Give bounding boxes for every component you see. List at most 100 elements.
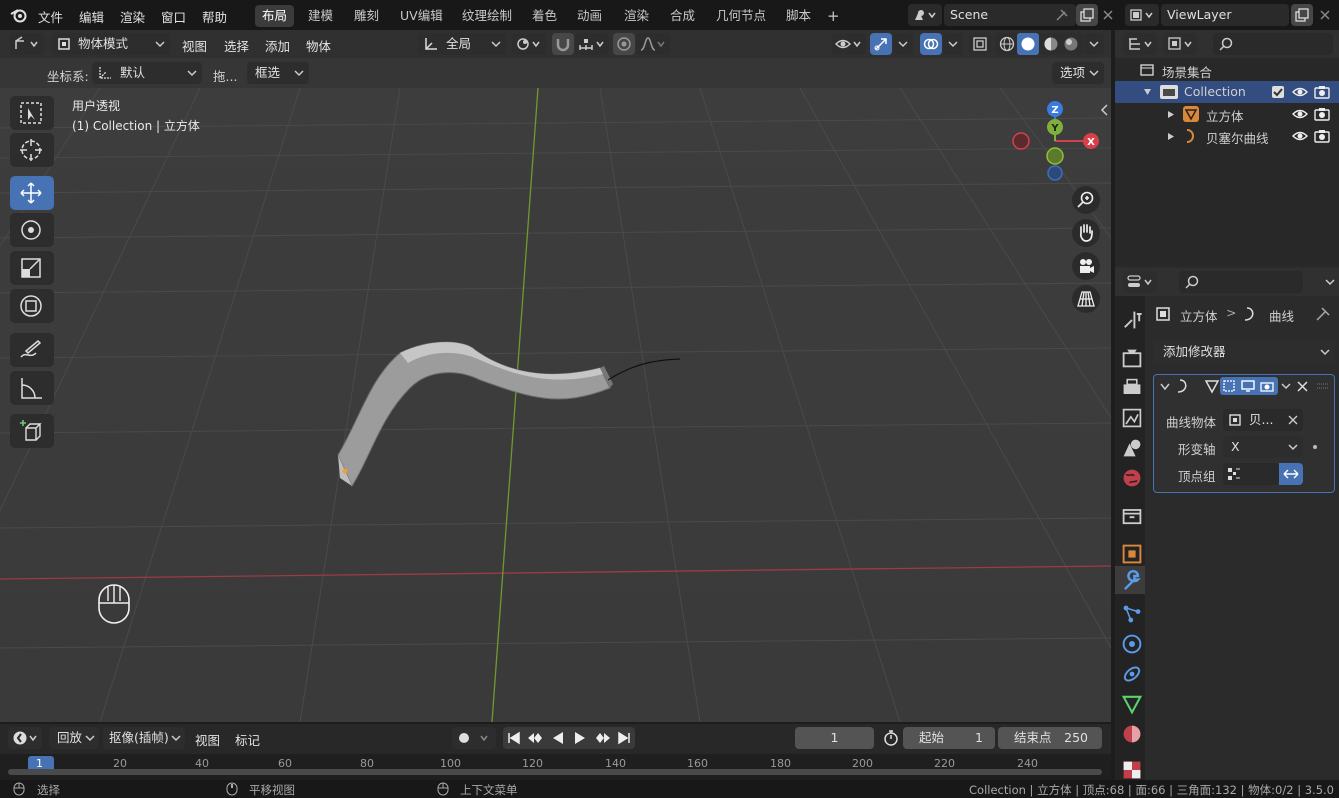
close-scene-icon[interactable] (1102, 9, 1114, 21)
keyframe-dot-icon[interactable] (1312, 444, 1318, 450)
rendered-shading-icon[interactable] (1063, 36, 1079, 52)
edit-mode-cage-icon[interactable] (1204, 378, 1220, 394)
breadcrumb-object[interactable]: 立方体 (1180, 306, 1218, 325)
tab-geometry-nodes[interactable]: 几何节点 (709, 5, 773, 27)
physics-tab-icon[interactable] (1120, 632, 1144, 656)
menu-object[interactable]: 物体 (306, 36, 331, 55)
zoom-button[interactable] (1072, 186, 1100, 214)
gizmo-toggle[interactable] (870, 33, 892, 55)
output-tab-icon[interactable] (1120, 376, 1144, 400)
jump-end-icon[interactable] (617, 731, 631, 745)
breadcrumb-data[interactable]: 曲线 (1269, 306, 1294, 325)
camera-render-icon[interactable] (1314, 84, 1330, 100)
object-tab-icon[interactable] (1120, 542, 1144, 566)
pivot-point-button[interactable] (512, 33, 546, 55)
keying-dropdown[interactable]: 抠像(插帧) (103, 727, 185, 749)
record-button[interactable] (452, 727, 496, 749)
tab-shading[interactable]: 着色 (525, 5, 564, 27)
proportional-falloff-button[interactable] (636, 33, 670, 55)
data-tab-icon[interactable] (1120, 692, 1144, 716)
disclosure-triangle-closed-icon[interactable] (1167, 110, 1175, 119)
snap-target-button[interactable] (575, 33, 609, 55)
frame-end-field[interactable]: 结束点 250 (998, 727, 1102, 749)
navigation-gizmo[interactable]: Z Y X (1005, 96, 1105, 186)
play-icon[interactable] (573, 731, 587, 745)
current-frame-field[interactable]: 1 (795, 727, 874, 749)
pan-button[interactable] (1072, 219, 1100, 247)
editor-type-button[interactable] (10, 33, 44, 55)
particles-tab-icon[interactable] (1120, 602, 1144, 626)
tab-modeling[interactable]: 建模 (301, 5, 340, 27)
menu-window[interactable]: 窗口 (161, 7, 186, 26)
scene-selector-button[interactable] (908, 4, 942, 26)
viewport-canvas[interactable] (0, 88, 1111, 722)
wireframe-shading-icon[interactable] (999, 36, 1015, 52)
scene-tab-icon[interactable] (1120, 436, 1144, 460)
tab-texture-paint[interactable]: 纹理绘制 (455, 5, 519, 27)
tab-uv-editing[interactable]: UV编辑 (393, 5, 450, 27)
shading-menu-button[interactable] (1084, 33, 1104, 55)
material-shading-icon[interactable] (1043, 36, 1059, 52)
vertex-group-field[interactable] (1223, 463, 1279, 485)
new-scene-button[interactable] (1076, 4, 1098, 26)
outliner-row-collection[interactable]: Collection (1115, 81, 1339, 103)
display-mode-button[interactable] (1163, 33, 1197, 55)
menu-select[interactable]: 选择 (224, 36, 249, 55)
perspective-toggle-button[interactable] (1072, 285, 1100, 313)
view-layer-tab-icon[interactable] (1120, 406, 1144, 430)
solid-shading-button[interactable] (1017, 33, 1039, 55)
tab-animation[interactable]: 动画 (570, 5, 609, 27)
3d-viewport[interactable]: 用户透视 (1) Collection | 立方体 Z Y X (0, 88, 1111, 722)
collapse-panel-icon[interactable] (1160, 383, 1170, 391)
scale-tool[interactable] (10, 251, 54, 285)
move-tool[interactable] (10, 176, 54, 210)
annotate-tool[interactable] (10, 333, 54, 367)
options-dropdown[interactable]: 选项 (1052, 62, 1104, 84)
tab-compositing[interactable]: 合成 (663, 5, 702, 27)
outliner-search-input[interactable] (1213, 33, 1333, 55)
timeline-menu-view[interactable]: 视图 (195, 730, 220, 749)
tool-tab-icon[interactable] (1120, 308, 1144, 332)
timeline-menu-marker[interactable]: 标记 (235, 730, 260, 749)
rotate-tool[interactable] (10, 213, 54, 247)
properties-search-input[interactable] (1179, 271, 1303, 293)
eye-icon[interactable] (1292, 85, 1308, 99)
tab-scripting[interactable]: 脚本 (779, 5, 818, 27)
camera-render-icon[interactable] (1314, 106, 1330, 122)
menu-edit[interactable]: 编辑 (79, 7, 104, 26)
eye-icon[interactable] (1292, 107, 1308, 121)
add-modifier-dropdown[interactable]: 添加修改器 (1153, 341, 1335, 363)
wrench-icon[interactable] (1120, 570, 1144, 594)
eye-icon[interactable] (1292, 129, 1308, 143)
material-tab-icon[interactable] (1120, 722, 1144, 746)
tab-rendering[interactable]: 渲染 (617, 5, 656, 27)
select-box-tool[interactable] (10, 96, 54, 130)
outliner-row-bezier[interactable]: 贝塞尔曲线 (1115, 125, 1339, 147)
mode-dropdown[interactable]: 物体模式 (52, 33, 170, 55)
constraints-tab-icon[interactable] (1120, 662, 1144, 686)
timeline-ruler[interactable]: 1 20 40 60 80 100 120 140 160 180 200 22… (0, 754, 1111, 780)
jump-start-icon[interactable] (507, 731, 521, 745)
gizmo-menu-button[interactable] (893, 33, 913, 55)
cursor-tool[interactable] (10, 133, 54, 167)
overlays-toggle[interactable] (920, 33, 942, 55)
playback-dropdown[interactable]: 回放 (49, 727, 99, 749)
pin-icon[interactable] (1315, 306, 1331, 322)
camera-render-icon[interactable] (1314, 128, 1330, 144)
properties-editor-type-button[interactable] (1123, 271, 1157, 293)
blender-logo-icon[interactable] (10, 7, 28, 23)
view-layer-name-field[interactable]: ViewLayer (1161, 4, 1289, 26)
invert-vertex-group-toggle[interactable] (1279, 463, 1303, 485)
menu-add[interactable]: 添加 (265, 36, 290, 55)
transform-tool[interactable] (10, 289, 54, 323)
modifier-menu-chevron-icon[interactable] (1281, 383, 1291, 390)
menu-render[interactable]: 渲染 (120, 7, 145, 26)
edit-mode-icon[interactable] (1222, 379, 1236, 393)
overlays-menu-button[interactable] (943, 33, 963, 55)
curve-object-field[interactable]: 贝... (1223, 409, 1303, 431)
tab-layout[interactable]: 布局 (255, 5, 295, 27)
proportional-edit-toggle[interactable] (613, 33, 635, 55)
render-display-icon[interactable] (1260, 379, 1274, 393)
transform-orientation-dropdown[interactable]: 全局 (418, 33, 506, 55)
checkbox-checked-icon[interactable] (1271, 85, 1285, 99)
